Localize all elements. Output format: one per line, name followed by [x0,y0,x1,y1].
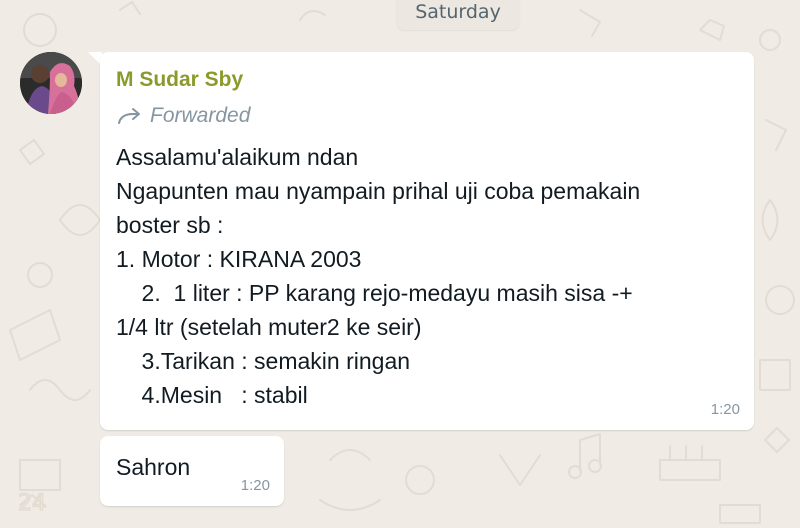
svg-text:24: 24 [18,491,46,516]
message-line: Assalamu'alaikum ndan [116,144,359,170]
message-bubble[interactable]: Sahron 1:20 [100,436,284,506]
message-line: 3.Tarikan : semakin ringan [116,348,411,374]
message-line: boster sb : [116,212,224,238]
message-line: 2. 1 liter : PP karang rejo-medayu masih… [116,280,633,306]
day-divider: Saturday [396,0,520,30]
message-line: 1. Motor : KIRANA 2003 [116,246,362,272]
avatar-image [20,52,82,114]
message-bubble[interactable]: M Sudar Sby Forwarded Assalamu'alaikum n… [100,52,754,430]
message-line: 1/4 ltr (setelah muter2 ke seir) [116,314,422,340]
forwarded-label: Forwarded [150,104,251,127]
message-text: Assalamu'alaikum ndan Ngapunten mau nyam… [116,140,746,412]
contact-avatar[interactable] [20,52,82,114]
message-timestamp: 1:20 [240,477,270,494]
message-text: Sahron [116,454,191,480]
message-line: Ngapunten mau nyampain prihal uji coba p… [116,178,641,204]
message-line: 4.Mesin : stabil [116,382,308,408]
message-timestamp: 1:20 [710,401,740,418]
forwarded-indicator: Forwarded [116,104,250,128]
sender-name[interactable]: M Sudar Sby [116,68,243,92]
forward-arrow-icon [118,108,140,124]
